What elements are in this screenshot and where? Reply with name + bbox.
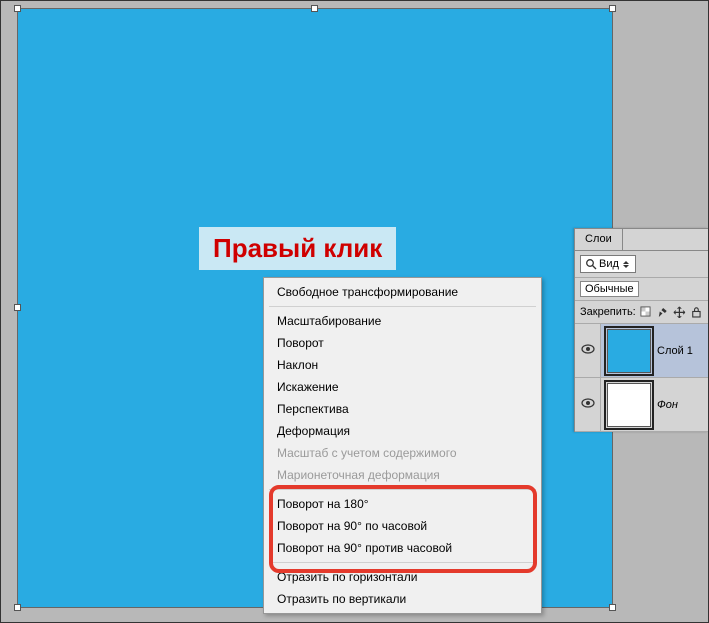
lock-pixels-icon[interactable] bbox=[657, 305, 670, 319]
layer-visibility-toggle[interactable] bbox=[575, 324, 601, 377]
transform-handle-top-right[interactable] bbox=[609, 5, 616, 12]
transform-handle-middle-left[interactable] bbox=[14, 304, 21, 311]
menu-item-flip-vertical[interactable]: Отразить по вертикали bbox=[267, 588, 538, 610]
layer-thumbnail[interactable] bbox=[607, 383, 651, 427]
layer-name[interactable]: Фон bbox=[657, 399, 678, 411]
layer-filter-dropdown[interactable]: Вид bbox=[580, 255, 636, 273]
annotation-label: Правый клик bbox=[199, 227, 396, 270]
layers-panel: Слои Вид Обычные Закрепить: bbox=[574, 228, 708, 432]
lock-transparency-icon[interactable] bbox=[640, 305, 653, 319]
menu-item-skew[interactable]: Наклон bbox=[267, 354, 538, 376]
menu-item-scale[interactable]: Масштабирование bbox=[267, 310, 538, 332]
blend-mode-value: Обычные bbox=[585, 283, 634, 295]
transform-handle-top-left[interactable] bbox=[14, 5, 21, 12]
menu-item-rotate[interactable]: Поворот bbox=[267, 332, 538, 354]
layers-filter-row: Вид bbox=[575, 251, 708, 278]
lock-label: Закрепить: bbox=[580, 306, 636, 318]
layer-row[interactable]: Фон bbox=[575, 378, 708, 432]
lock-row: Закрепить: bbox=[575, 301, 708, 324]
menu-item-free-transform[interactable]: Свободное трансформирование bbox=[267, 281, 538, 303]
menu-item-rotate-180[interactable]: Поворот на 180° bbox=[267, 493, 538, 515]
menu-item-rotate-90-cw[interactable]: Поворот на 90° по часовой bbox=[267, 515, 538, 537]
layer-visibility-toggle[interactable] bbox=[575, 378, 601, 431]
menu-separator bbox=[269, 306, 536, 307]
lock-all-icon[interactable] bbox=[690, 305, 703, 319]
menu-separator bbox=[269, 562, 536, 563]
menu-item-content-aware-scale: Масштаб с учетом содержимого bbox=[267, 442, 538, 464]
transform-handle-bottom-right[interactable] bbox=[609, 604, 616, 611]
eye-icon bbox=[581, 398, 595, 411]
layers-list: Слой 1 Фон bbox=[575, 324, 708, 432]
transform-context-menu: Свободное трансформирование Масштабирова… bbox=[263, 277, 542, 614]
layer-filter-label: Вид bbox=[599, 258, 619, 270]
menu-item-distort[interactable]: Искажение bbox=[267, 376, 538, 398]
lock-position-icon[interactable] bbox=[673, 305, 686, 319]
transform-handle-bottom-left[interactable] bbox=[14, 604, 21, 611]
workspace: Правый клик Свободное трансформирование … bbox=[1, 1, 708, 622]
layer-name[interactable]: Слой 1 bbox=[657, 345, 693, 357]
blend-mode-dropdown[interactable]: Обычные bbox=[580, 281, 639, 297]
tab-layers[interactable]: Слои bbox=[575, 229, 623, 250]
blend-mode-row: Обычные bbox=[575, 278, 708, 301]
search-icon bbox=[585, 258, 597, 270]
menu-item-flip-horizontal[interactable]: Отразить по горизонтали bbox=[267, 566, 538, 588]
transform-handle-top-middle[interactable] bbox=[311, 5, 318, 12]
menu-item-perspective[interactable]: Перспектива bbox=[267, 398, 538, 420]
menu-item-puppet-warp: Марионеточная деформация bbox=[267, 464, 538, 486]
layer-thumbnail[interactable] bbox=[607, 329, 651, 373]
eye-icon bbox=[581, 344, 595, 357]
menu-item-rotate-90-ccw[interactable]: Поворот на 90° против часовой bbox=[267, 537, 538, 559]
layer-row[interactable]: Слой 1 bbox=[575, 324, 708, 378]
panel-tab-row: Слои bbox=[575, 229, 708, 251]
dropdown-arrows-icon bbox=[621, 261, 631, 268]
menu-item-warp[interactable]: Деформация bbox=[267, 420, 538, 442]
menu-separator bbox=[269, 489, 536, 490]
